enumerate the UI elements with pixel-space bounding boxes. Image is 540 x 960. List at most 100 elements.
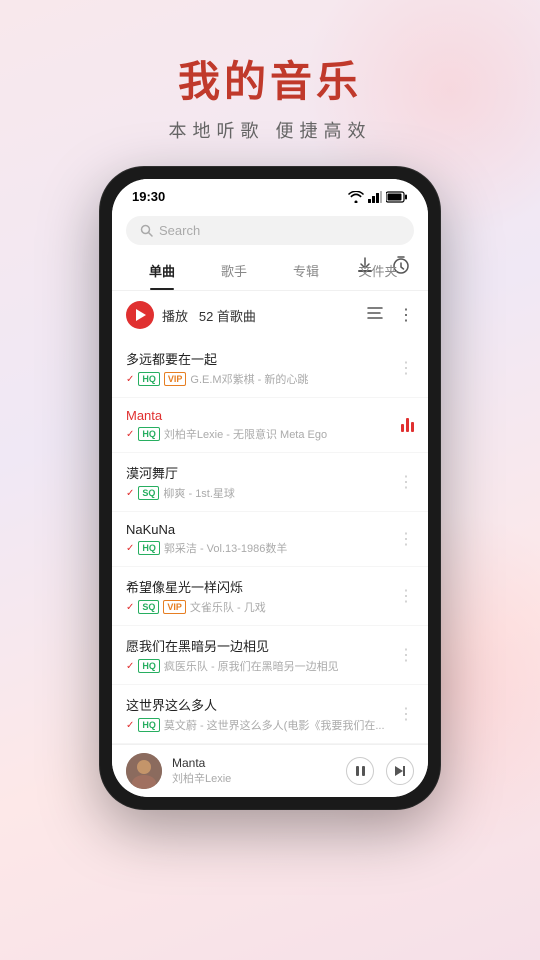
song-item[interactable]: 漠河舞厅 ✓ SQ 柳爽 - 1st.星球 ⋮ <box>112 453 428 512</box>
badge-hq: HQ <box>138 427 160 441</box>
status-icons <box>348 191 408 203</box>
phone-mockup: 19:30 <box>100 167 440 809</box>
check-icon: ✓ <box>126 543 134 554</box>
search-actions-row: Search <box>112 210 428 253</box>
avatar-image <box>126 753 162 789</box>
status-time: 19:30 <box>132 189 165 204</box>
song-title: 漠河舞厅 <box>126 463 414 482</box>
song-title: 希望像星光一样闪烁 <box>126 577 414 596</box>
bottom-player[interactable]: Manta 刘柏辛Lexie <box>112 744 428 797</box>
song-artist-album: 郭采洁 - Vol.13-1986数羊 <box>164 540 288 556</box>
badge-vip: VIP <box>163 600 186 614</box>
play-number: 52 首歌曲 <box>199 309 256 324</box>
bar2 <box>406 418 409 432</box>
tab-singles[interactable]: 单曲 <box>126 253 198 290</box>
signal-icon <box>368 191 382 203</box>
tab-folders[interactable]: 文件夹 <box>342 253 414 290</box>
song-item[interactable]: 希望像星光一样闪烁 ✓ SQ VIP 文雀乐队 - 几戏 ⋮ <box>112 567 428 626</box>
badge-vip: VIP <box>164 372 187 386</box>
song-artist-album: 柳爽 - 1st.星球 <box>163 485 235 501</box>
song-artist-album: 疯医乐队 - 原我们在黑暗另一边相见 <box>164 658 339 674</box>
song-title: 多远都要在一起 <box>126 349 414 368</box>
song-title: 这世界这么多人 <box>126 695 414 714</box>
check-icon: ✓ <box>126 488 134 499</box>
play-all-right: ⋮ <box>366 305 414 325</box>
song-item[interactable]: 这世界这么多人 ✓ HQ 莫文蔚 - 这世界这么多人(电影《我要我们在... ⋮ <box>112 685 428 744</box>
search-bar-wrap: Search <box>112 210 428 253</box>
song-more-button[interactable]: ⋮ <box>398 358 414 378</box>
bar1 <box>401 424 404 432</box>
app-title: 我的音乐 <box>0 48 540 109</box>
status-bar: 19:30 <box>112 179 428 210</box>
next-button[interactable] <box>386 757 414 785</box>
badge-sq: SQ <box>138 486 159 500</box>
player-controls <box>346 757 414 785</box>
song-meta: ✓ SQ 柳爽 - 1st.星球 <box>126 485 414 501</box>
tab-artists[interactable]: 歌手 <box>198 253 270 290</box>
badge-sq: SQ <box>138 600 159 614</box>
song-more-button[interactable]: ⋮ <box>398 529 414 549</box>
song-item[interactable]: Manta ✓ HQ 刘柏辛Lexie - 无限意识 Meta Ego <box>112 398 428 453</box>
wifi-icon <box>348 191 364 203</box>
play-all-button[interactable] <box>126 301 154 329</box>
song-meta: ✓ HQ 疯医乐队 - 原我们在黑暗另一边相见 <box>126 658 414 674</box>
song-title: 愿我们在黑暗另一边相见 <box>126 636 414 655</box>
badge-hq: HQ <box>138 718 160 732</box>
song-artist-album: G.E.M邓紫棋 - 新的心跳 <box>190 371 308 387</box>
song-more-button[interactable]: ⋮ <box>398 645 414 665</box>
sort-icon[interactable] <box>366 306 384 325</box>
pause-button[interactable] <box>346 757 374 785</box>
song-list: 多远都要在一起 ✓ HQ VIP G.E.M邓紫棋 - 新的心跳 ⋮ Manta… <box>112 339 428 744</box>
playing-bars-icon <box>401 418 414 432</box>
player-avatar <box>126 753 162 789</box>
tabs-bar: 单曲 歌手 专辑 文件夹 <box>112 253 428 291</box>
song-more-button[interactable]: ⋮ <box>398 586 414 606</box>
check-icon: ✓ <box>126 661 134 672</box>
play-triangle-icon <box>136 309 146 321</box>
song-artist-album: 文雀乐队 - 几戏 <box>190 599 266 615</box>
next-icon <box>395 766 405 776</box>
search-bar[interactable]: Search <box>126 216 414 245</box>
play-label: 播放 <box>162 309 188 324</box>
search-icon <box>140 224 153 237</box>
player-now-artist: 刘柏辛Lexie <box>172 770 336 786</box>
song-item[interactable]: NaKuNa ✓ HQ 郭采洁 - Vol.13-1986数羊 ⋮ <box>112 512 428 567</box>
play-count: 播放 52 首歌曲 <box>162 306 256 325</box>
song-meta: ✓ HQ 刘柏辛Lexie - 无限意识 Meta Ego <box>126 426 414 442</box>
header-section: 我的音乐 本地听歌 便捷高效 <box>0 0 540 167</box>
badge-hq: HQ <box>138 659 160 673</box>
song-meta: ✓ HQ 郭采洁 - Vol.13-1986数羊 <box>126 540 414 556</box>
song-meta: ✓ SQ VIP 文雀乐队 - 几戏 <box>126 599 414 615</box>
song-artist-album: 刘柏辛Lexie - 无限意识 Meta Ego <box>164 426 327 442</box>
next-line <box>403 766 405 776</box>
more-options-icon[interactable]: ⋮ <box>398 305 414 325</box>
song-title: Manta <box>126 408 414 423</box>
tab-albums[interactable]: 专辑 <box>270 253 342 290</box>
song-item[interactable]: 愿我们在黑暗另一边相见 ✓ HQ 疯医乐队 - 原我们在黑暗另一边相见 ⋮ <box>112 626 428 685</box>
battery-icon <box>386 191 408 203</box>
badge-hq: HQ <box>138 372 160 386</box>
pause-bar-right <box>362 766 365 776</box>
player-now-title: Manta <box>172 756 336 770</box>
phone-screen: 19:30 <box>112 179 428 797</box>
song-meta: ✓ HQ VIP G.E.M邓紫棋 - 新的心跳 <box>126 371 414 387</box>
play-all-left: 播放 52 首歌曲 <box>126 301 256 329</box>
song-more-button[interactable]: ⋮ <box>398 704 414 724</box>
song-meta: ✓ HQ 莫文蔚 - 这世界这么多人(电影《我要我们在... <box>126 717 414 733</box>
app-subtitle: 本地听歌 便捷高效 <box>0 117 540 143</box>
bar3 <box>411 422 414 432</box>
check-icon: ✓ <box>126 429 134 440</box>
search-placeholder: Search <box>159 223 200 238</box>
song-more-button[interactable]: ⋮ <box>398 472 414 492</box>
player-info: Manta 刘柏辛Lexie <box>172 756 336 786</box>
song-title: NaKuNa <box>126 522 414 537</box>
check-icon: ✓ <box>126 374 134 385</box>
song-artist-album: 莫文蔚 - 这世界这么多人(电影《我要我们在... <box>164 717 385 733</box>
play-all-bar[interactable]: 播放 52 首歌曲 ⋮ <box>112 291 428 339</box>
check-icon: ✓ <box>126 602 134 613</box>
check-icon: ✓ <box>126 720 134 731</box>
pause-bar-left <box>356 766 359 776</box>
song-item[interactable]: 多远都要在一起 ✓ HQ VIP G.E.M邓紫棋 - 新的心跳 ⋮ <box>112 339 428 398</box>
next-triangle <box>395 766 403 776</box>
badge-hq: HQ <box>138 541 160 555</box>
